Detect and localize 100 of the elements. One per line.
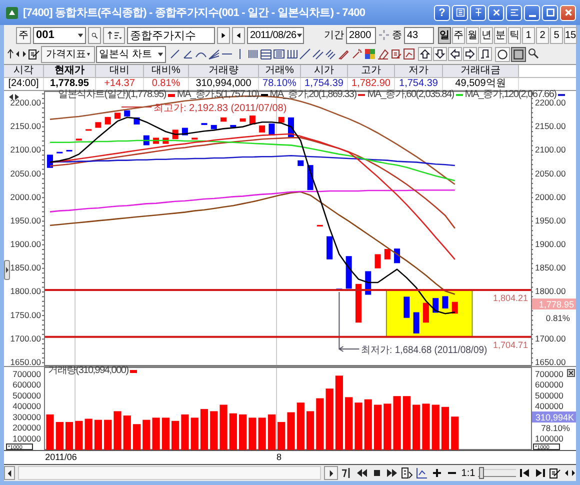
table-cell: +14.37 <box>96 78 144 90</box>
period-tab[interactable]: 2 <box>536 26 549 44</box>
circle-icon[interactable] <box>495 46 510 62</box>
fast-forward-icon[interactable] <box>386 467 398 480</box>
eraser-icon[interactable] <box>377 48 389 60</box>
code-field[interactable]: 001 <box>33 26 86 44</box>
market-button[interactable]: 주 <box>16 26 31 44</box>
up-arrow-icon[interactable] <box>418 47 432 62</box>
candle <box>404 296 410 318</box>
period-tab[interactable]: 5 <box>550 26 563 44</box>
right-arrow-icon[interactable] <box>463 47 477 62</box>
chart-settings-icon[interactable] <box>401 467 414 480</box>
chart-type-dropdown[interactable]: 일본식 차트 <box>96 46 166 63</box>
date-field[interactable]: 2011/08/26 <box>247 26 304 44</box>
indicator-button[interactable]: 가격지표 <box>41 46 95 63</box>
dropdown-arrow-icon[interactable] <box>157 50 164 58</box>
sort-button[interactable] <box>103 26 125 44</box>
period-tab[interactable]: 주 <box>452 26 465 44</box>
level-label: 1,804.21 <box>493 293 528 304</box>
period-tab[interactable]: 틱 <box>508 26 521 44</box>
note-edit-icon[interactable] <box>390 48 402 60</box>
square-icon[interactable] <box>511 46 526 62</box>
axis-scale-icon[interactable] <box>416 467 428 480</box>
ray-icon[interactable] <box>299 48 311 60</box>
window-title: [7400] 동합차트(주식종합) - 종합주가지수(001 - 일간 - 일본식차트) - 7400 <box>23 6 366 20</box>
period-tab[interactable]: 15 <box>564 26 577 44</box>
down-arrow-icon[interactable] <box>433 47 447 62</box>
edit-icon[interactable] <box>28 48 40 60</box>
note-icon[interactable] <box>478 47 492 62</box>
next-button[interactable] <box>217 26 230 44</box>
dropdown-arrow-icon[interactable] <box>77 32 84 39</box>
skip-to-end-icon[interactable] <box>534 467 546 480</box>
rewind-icon[interactable] <box>356 467 368 480</box>
period-tab[interactable]: 일 <box>438 26 451 44</box>
comb-icon[interactable] <box>286 48 298 60</box>
trend-line-icon[interactable] <box>169 48 181 60</box>
left-arrow-icon[interactable] <box>448 47 462 62</box>
menu-button[interactable] <box>506 4 522 20</box>
skip-to-start-icon[interactable] <box>519 467 531 480</box>
zoom-icon[interactable] <box>527 46 539 59</box>
axis-label: 100000 <box>12 434 41 444</box>
period-tab[interactable]: 년 <box>480 26 493 44</box>
scroll-right-button[interactable] <box>324 466 338 480</box>
maximize-button[interactable] <box>542 4 558 20</box>
triple-lines-icon[interactable] <box>325 48 337 60</box>
volume-ratio: 78.10% <box>541 423 570 434</box>
column-header: 고가 <box>348 65 395 78</box>
volume-bar <box>142 420 150 450</box>
column-header: 시가 <box>301 65 348 78</box>
candle <box>124 110 130 117</box>
period-tab[interactable]: 1 <box>522 26 535 44</box>
dropdown-arrow-icon[interactable] <box>296 32 304 39</box>
vertical-bars-icon[interactable] <box>247 48 259 60</box>
period-tab[interactable]: 월 <box>466 26 479 44</box>
wand-icon[interactable] <box>351 48 363 60</box>
pencil-icon[interactable] <box>338 48 350 60</box>
chart-icon[interactable] <box>403 48 415 60</box>
cross-icon <box>490 7 502 18</box>
volume-bar <box>181 414 189 450</box>
zoom-slider[interactable] <box>478 469 516 478</box>
legend-label: MA_종가,60(2,035.84) <box>367 90 454 100</box>
slider-thumb[interactable] <box>479 467 484 480</box>
pane-handle[interactable] <box>4 260 10 280</box>
count-label: 종 <box>392 29 402 42</box>
previous-button[interactable] <box>232 26 245 44</box>
period-field[interactable]: 2800 <box>346 26 376 44</box>
close-button[interactable] <box>560 4 576 20</box>
level-line[interactable] <box>45 336 531 338</box>
minimize-button[interactable] <box>524 4 540 20</box>
pin-button[interactable] <box>470 4 486 20</box>
table-cell: 49,509억원 <box>443 78 519 90</box>
axis-label: 1800.00 <box>10 286 41 296</box>
volume-bar <box>46 414 54 450</box>
volume-bar <box>354 402 362 450</box>
axis-label: 600000 <box>12 380 41 390</box>
period-tab[interactable]: 분 <box>494 26 507 44</box>
bars-icon[interactable] <box>273 48 285 60</box>
cross-button[interactable] <box>488 4 504 20</box>
fan-lines-icon[interactable] <box>208 48 220 60</box>
help-button[interactable]: ? <box>434 4 450 20</box>
column-header: 시각 <box>4 65 44 78</box>
right-triangle-icon <box>220 32 227 39</box>
scroll-track[interactable] <box>18 466 322 480</box>
level-line[interactable] <box>45 289 531 292</box>
color-grid-icon[interactable] <box>364 48 376 60</box>
change-percent: 0.81% <box>546 313 570 324</box>
angle-icon[interactable] <box>182 48 194 60</box>
scroll-left-button[interactable] <box>4 466 15 480</box>
window-list-button[interactable] <box>452 4 468 20</box>
count-field[interactable]: 43 <box>404 26 434 44</box>
name-field[interactable]: 종합주가지수 <box>127 26 215 44</box>
close-icon[interactable] <box>567 369 575 378</box>
up-arrow-icon[interactable] <box>7 48 14 60</box>
axis-label: 1900.00 <box>535 239 566 250</box>
plus-icon[interactable] <box>431 467 444 480</box>
column-header: 거래량 <box>189 65 259 78</box>
grid-lines-icon[interactable] <box>260 48 272 60</box>
edit-icon[interactable] <box>549 467 561 480</box>
parallel-lines-icon[interactable] <box>312 48 324 60</box>
search-button[interactable] <box>88 26 101 44</box>
